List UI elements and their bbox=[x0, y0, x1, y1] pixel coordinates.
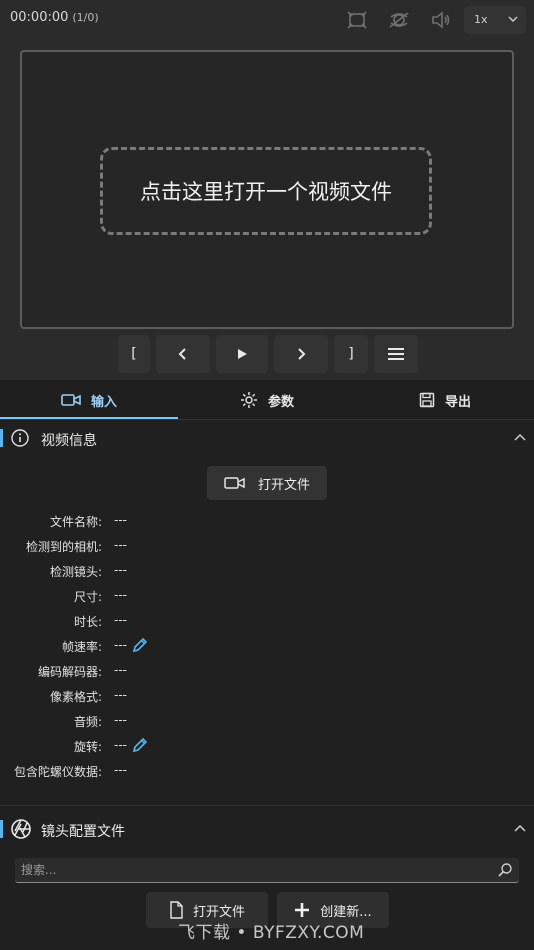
tab-parameters-label: 参数 bbox=[267, 394, 294, 410]
lens-search-input[interactable] bbox=[21, 861, 491, 879]
lens-search-box bbox=[15, 858, 519, 883]
playback-speed-value: 1x bbox=[474, 13, 488, 26]
prop-label-camera: 检测到的相机: bbox=[25, 540, 102, 554]
mark-out-label: ] bbox=[348, 346, 354, 362]
frame-counter: (1/0) bbox=[72, 11, 99, 24]
lens-profile-title: 镜头配置文件 bbox=[41, 824, 125, 840]
edit-rotation-icon[interactable] bbox=[132, 737, 148, 753]
mark-in-button[interactable]: [ bbox=[118, 335, 150, 373]
tab-export-label: 导出 bbox=[444, 394, 471, 410]
play-button[interactable] bbox=[216, 335, 268, 373]
prop-label-rotation: 旋转: bbox=[73, 740, 102, 754]
mark-out-button[interactable]: ] bbox=[334, 335, 368, 373]
prop-label-duration: 时长: bbox=[73, 615, 102, 629]
open-file-button[interactable]: 打开文件 bbox=[207, 466, 327, 500]
prop-value-camera: --- bbox=[114, 538, 127, 552]
open-lens-file-label: 打开文件 bbox=[192, 904, 245, 920]
previous-frame-button[interactable] bbox=[156, 335, 210, 373]
chevron-down-icon bbox=[508, 16, 518, 22]
stabilize-icon[interactable] bbox=[388, 9, 410, 31]
next-frame-button[interactable] bbox=[274, 335, 328, 373]
prop-value-lens: --- bbox=[114, 563, 127, 577]
tab-input-label: 输入 bbox=[90, 394, 117, 410]
watermark-text: 飞下载 • BYFZXY.COM bbox=[178, 923, 365, 943]
prop-value-audio: --- bbox=[114, 713, 127, 727]
mark-in-label: [ bbox=[131, 346, 137, 362]
tab-export[interactable]: 导出 bbox=[356, 380, 534, 420]
prop-label-framerate: 帧速率: bbox=[61, 640, 102, 654]
prop-value-dimensions: --- bbox=[114, 588, 127, 602]
chevron-left-icon bbox=[178, 348, 186, 360]
document-icon bbox=[170, 901, 183, 919]
prop-value-rotation: --- bbox=[114, 738, 127, 752]
prop-value-framerate: --- bbox=[114, 638, 127, 652]
timecode-value: 00:00:00 bbox=[10, 10, 69, 25]
chevron-up-icon[interactable] bbox=[513, 431, 527, 445]
prop-label-gyro: 包含陀螺仪数据: bbox=[13, 765, 102, 779]
prop-label-lens: 检测镜头: bbox=[49, 565, 102, 579]
prop-value-filename: --- bbox=[114, 513, 127, 527]
hamburger-menu-icon bbox=[388, 348, 404, 360]
menu-button[interactable] bbox=[374, 335, 418, 373]
camera-icon bbox=[224, 477, 245, 489]
save-icon bbox=[419, 392, 435, 408]
tab-input[interactable]: 输入 bbox=[0, 380, 178, 420]
prop-value-codec: --- bbox=[114, 663, 127, 677]
fullscreen-icon[interactable] bbox=[346, 9, 368, 31]
edit-framerate-icon[interactable] bbox=[132, 637, 148, 653]
search-icon[interactable] bbox=[497, 862, 513, 878]
chevron-right-icon bbox=[298, 348, 306, 360]
active-tab-indicator bbox=[0, 417, 178, 419]
lens-aperture-icon bbox=[11, 819, 31, 839]
prop-value-duration: --- bbox=[114, 613, 127, 627]
prop-label-dimensions: 尺寸: bbox=[73, 590, 102, 604]
timecode: 00:00:00 (1/0) bbox=[10, 10, 99, 25]
play-icon bbox=[238, 349, 247, 359]
plus-icon bbox=[295, 903, 310, 917]
section-divider bbox=[0, 805, 534, 806]
prop-label-codec: 编码解码器: bbox=[37, 665, 102, 679]
playback-speed-select[interactable]: 1x bbox=[464, 6, 526, 34]
section-accent bbox=[0, 429, 3, 447]
video-info-title: 视频信息 bbox=[41, 433, 97, 449]
info-icon bbox=[11, 429, 29, 447]
prop-value-pixel-format: --- bbox=[114, 688, 127, 702]
chevron-up-icon[interactable] bbox=[513, 822, 527, 836]
gear-icon bbox=[240, 392, 257, 408]
prop-label-audio: 音频: bbox=[73, 715, 102, 729]
volume-icon[interactable] bbox=[430, 9, 452, 31]
camera-icon bbox=[61, 394, 81, 406]
create-new-label: 创建新... bbox=[320, 904, 372, 920]
open-file-label: 打开文件 bbox=[257, 477, 310, 493]
tab-parameters[interactable]: 参数 bbox=[178, 380, 356, 420]
prop-label-pixel-format: 像素格式: bbox=[49, 690, 102, 704]
prop-label-filename: 文件名称: bbox=[49, 515, 102, 529]
prop-value-gyro: --- bbox=[114, 763, 127, 777]
open-video-dropzone[interactable]: 点击这里打开一个视频文件 bbox=[100, 147, 432, 235]
section-accent bbox=[0, 820, 3, 838]
